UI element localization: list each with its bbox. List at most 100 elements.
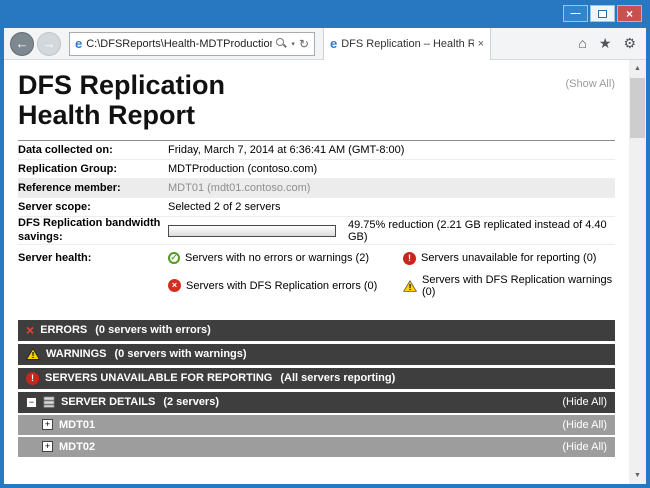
page-content-area: DFS Replication Health Report (Show All)… bbox=[4, 60, 646, 484]
svg-text:!: ! bbox=[409, 282, 412, 292]
hide-all-link[interactable]: (Hide All) bbox=[562, 441, 607, 453]
tab-close-icon[interactable]: × bbox=[478, 38, 484, 50]
chrome-toolbar: ⌂ ★ ⚙ bbox=[578, 35, 646, 52]
browser-tab[interactable]: e DFS Replication – Health Re... × bbox=[323, 28, 491, 60]
field-value: Friday, March 7, 2014 at 6:36:41 AM (GMT… bbox=[168, 144, 404, 156]
report-sections: × ERRORS (0 servers with errors) ! WARNI… bbox=[18, 320, 615, 457]
page-title-line1: DFS Replication bbox=[18, 70, 615, 100]
error-icon: × bbox=[168, 279, 181, 292]
field-value: Selected 2 of 2 servers bbox=[168, 201, 281, 213]
maximize-icon bbox=[598, 10, 607, 18]
bandwidth-text: 49.75% reduction (2.21 GB replicated ins… bbox=[348, 219, 615, 243]
server-icon bbox=[43, 396, 55, 408]
health-item-ok: ✓ Servers with no errors or warnings (2) bbox=[168, 252, 403, 265]
server-name: MDT02 bbox=[59, 441, 95, 453]
show-all-link[interactable]: (Show All) bbox=[565, 78, 615, 90]
browser-window: — × ← → e C:\DFSReports\Health-MDTProduc… bbox=[0, 0, 650, 488]
server-row-mdt01[interactable]: + MDT01 (Hide All) bbox=[18, 415, 615, 435]
favorites-icon[interactable]: ★ bbox=[599, 35, 612, 52]
hide-all-link[interactable]: (Hide All) bbox=[562, 396, 607, 408]
field-row-data-collected: Data collected on: Friday, March 7, 2014… bbox=[18, 141, 615, 160]
field-label: Server scope: bbox=[18, 201, 168, 213]
scroll-down-icon: ▼ bbox=[634, 472, 641, 479]
health-item-text: Servers with no errors or warnings (2) bbox=[185, 252, 369, 264]
forward-icon: → bbox=[43, 36, 56, 51]
section-title: SERVER DETAILS bbox=[61, 396, 155, 408]
svg-text:!: ! bbox=[32, 350, 35, 360]
scroll-up-button[interactable]: ▲ bbox=[629, 60, 646, 77]
close-icon: × bbox=[626, 7, 633, 21]
health-item-warnings: ! Servers with DFS Replication warnings … bbox=[403, 274, 615, 298]
field-row-replication-group: Replication Group: MDTProduction (contos… bbox=[18, 160, 615, 179]
section-detail: (0 servers with warnings) bbox=[115, 348, 247, 360]
section-warnings[interactable]: ! WARNINGS (0 servers with warnings) bbox=[18, 344, 615, 365]
expand-icon[interactable]: + bbox=[42, 441, 53, 452]
section-title: WARNINGS bbox=[46, 348, 107, 360]
bandwidth-row: DFS Replication bandwidth savings: 49.75… bbox=[18, 217, 615, 244]
server-health-label: Server health: bbox=[18, 252, 168, 298]
back-icon: ← bbox=[16, 36, 29, 51]
scroll-up-icon: ▲ bbox=[634, 65, 641, 72]
section-title: SERVERS UNAVAILABLE FOR REPORTING bbox=[45, 372, 272, 384]
field-label: Replication Group: bbox=[18, 163, 168, 175]
section-detail: (0 servers with errors) bbox=[95, 324, 211, 336]
section-unavailable[interactable]: ! SERVERS UNAVAILABLE FOR REPORTING (All… bbox=[18, 368, 615, 389]
section-detail: (All servers reporting) bbox=[280, 372, 395, 384]
warning-icon: ! bbox=[26, 348, 40, 360]
field-row-reference-member: Reference member: MDT01 (mdt01.contoso.c… bbox=[18, 179, 615, 198]
address-url[interactable]: C:\DFSReports\Health-MDTProduction-07M bbox=[86, 38, 272, 50]
hide-all-link[interactable]: (Hide All) bbox=[562, 419, 607, 431]
forward-button[interactable]: → bbox=[37, 32, 61, 56]
error-icon: × bbox=[26, 323, 34, 337]
success-icon: ✓ bbox=[168, 252, 180, 264]
field-label: Data collected on: bbox=[18, 144, 168, 156]
field-label: Reference member: bbox=[18, 182, 168, 194]
server-name: MDT01 bbox=[59, 419, 95, 431]
scroll-down-button[interactable]: ▼ bbox=[629, 467, 646, 484]
minimize-button[interactable]: — bbox=[563, 5, 588, 22]
caption-buttons: — × bbox=[563, 5, 642, 22]
field-row-server-scope: Server scope: Selected 2 of 2 servers bbox=[18, 198, 615, 217]
health-item-text: Servers with DFS Replication errors (0) bbox=[186, 280, 377, 292]
expand-icon[interactable]: + bbox=[42, 419, 53, 430]
report-page: DFS Replication Health Report (Show All)… bbox=[4, 60, 629, 484]
browser-chrome: ← → e C:\DFSReports\Health-MDTProduction… bbox=[4, 28, 646, 60]
close-button[interactable]: × bbox=[617, 5, 642, 22]
section-detail: (2 servers) bbox=[163, 396, 219, 408]
health-item-text: Servers unavailable for reporting (0) bbox=[421, 252, 596, 264]
minimize-icon: — bbox=[571, 8, 581, 19]
alert-icon: ! bbox=[26, 372, 39, 385]
scrollbar-thumb[interactable] bbox=[630, 78, 645, 138]
vertical-scrollbar[interactable]: ▲ ▼ bbox=[629, 60, 646, 484]
settings-gear-icon[interactable]: ⚙ bbox=[623, 35, 636, 52]
tab-title: DFS Replication – Health Re... bbox=[341, 38, 473, 50]
page-title-line2: Health Report bbox=[18, 100, 615, 130]
section-errors[interactable]: × ERRORS (0 servers with errors) bbox=[18, 320, 615, 341]
maximize-button[interactable] bbox=[590, 5, 615, 22]
chevron-down-icon[interactable]: ▾ bbox=[291, 40, 295, 48]
health-item-errors: × Servers with DFS Replication errors (0… bbox=[168, 274, 403, 298]
address-bar[interactable]: e C:\DFSReports\Health-MDTProduction-07M… bbox=[69, 32, 315, 56]
health-item-unavailable: ! Servers unavailable for reporting (0) bbox=[403, 252, 615, 265]
warning-icon: ! bbox=[403, 280, 417, 292]
alert-icon: ! bbox=[403, 252, 416, 265]
bandwidth-label: DFS Replication bandwidth savings: bbox=[18, 217, 168, 243]
field-value: MDTProduction (contoso.com) bbox=[168, 163, 317, 175]
section-server-details[interactable]: − SERVER DETAILS (2 servers) (Hide All) bbox=[18, 392, 615, 413]
section-title: ERRORS bbox=[40, 324, 87, 336]
ie-icon: e bbox=[75, 36, 82, 51]
refresh-icon[interactable]: ↻ bbox=[299, 37, 309, 51]
server-health-grid: ✓ Servers with no errors or warnings (2)… bbox=[168, 252, 615, 298]
bandwidth-progress-bar bbox=[168, 225, 336, 237]
page-title: DFS Replication Health Report bbox=[18, 70, 615, 130]
back-button[interactable]: ← bbox=[10, 32, 34, 56]
field-value: MDT01 (mdt01.contoso.com) bbox=[168, 182, 310, 194]
window-titlebar[interactable]: — × bbox=[0, 0, 650, 28]
server-health-row: Server health: ✓ Servers with no errors … bbox=[18, 245, 615, 308]
health-item-text: Servers with DFS Replication warnings (0… bbox=[422, 274, 615, 298]
server-row-mdt02[interactable]: + MDT02 (Hide All) bbox=[18, 437, 615, 457]
search-icon[interactable] bbox=[276, 38, 287, 49]
tab-favicon: e bbox=[330, 36, 337, 51]
home-icon[interactable]: ⌂ bbox=[578, 35, 586, 52]
collapse-icon[interactable]: − bbox=[26, 397, 37, 408]
